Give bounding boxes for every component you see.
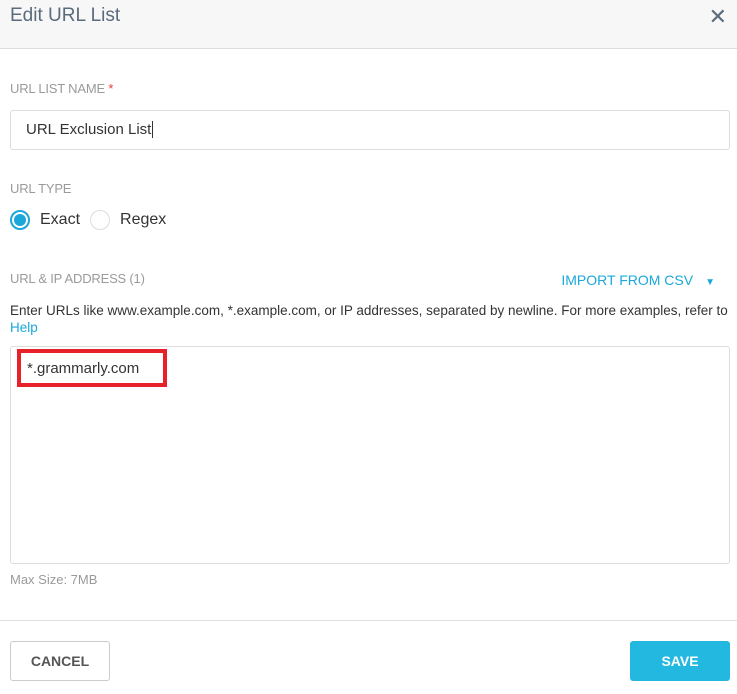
url-list-name-input[interactable]: URL Exclusion List [10, 110, 730, 150]
dialog-header: Edit URL List ✕ [0, 0, 737, 49]
url-list-name-value: URL Exclusion List [26, 121, 152, 138]
url-entry-highlighted: *.grammarly.com [17, 349, 167, 387]
import-from-csv-button[interactable]: IMPORT FROM CSV ▼ [561, 272, 715, 288]
radio-exact[interactable] [10, 210, 30, 230]
footer-divider [0, 620, 737, 621]
url-ip-label: URL & IP ADDRESS (1) [10, 271, 145, 286]
caret-down-icon: ▼ [705, 277, 715, 288]
url-list-textarea[interactable]: *.grammarly.com [10, 346, 730, 564]
url-type-label: URL TYPE [10, 181, 72, 196]
save-button[interactable]: SAVE [630, 641, 730, 681]
cancel-button[interactable]: CANCEL [10, 641, 110, 681]
radio-exact-label[interactable]: Exact [40, 211, 80, 229]
url-type-radio-group: Exact Regex [10, 210, 166, 230]
radio-regex-label[interactable]: Regex [120, 211, 166, 229]
url-list-name-label: URL LIST NAME * [10, 81, 114, 96]
close-icon[interactable]: ✕ [709, 4, 727, 30]
radio-regex[interactable] [90, 210, 111, 230]
max-size-note: Max Size: 7MB [10, 572, 98, 587]
help-text: Enter URLs like www.example.com, *.examp… [10, 303, 728, 335]
required-mark: * [108, 81, 114, 96]
help-link[interactable]: Help [10, 320, 38, 335]
dialog-title: Edit URL List [10, 5, 121, 26]
